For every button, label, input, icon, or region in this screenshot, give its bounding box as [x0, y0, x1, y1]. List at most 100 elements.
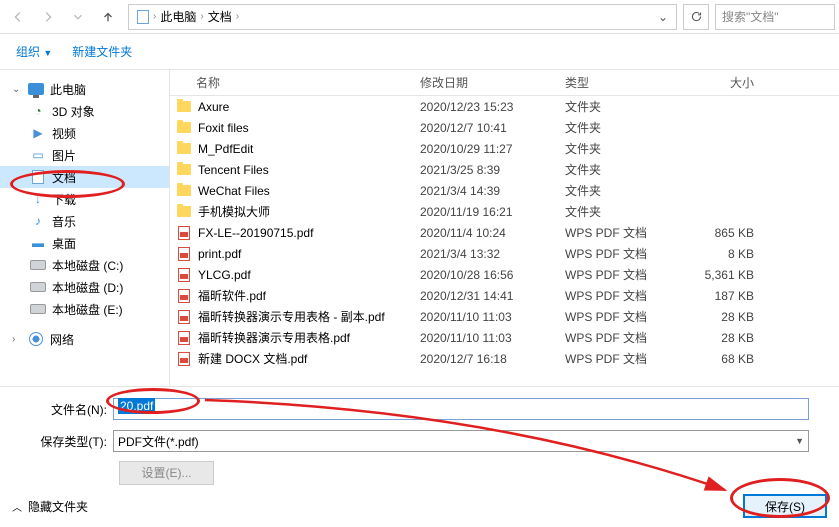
file-type: WPS PDF 文档	[565, 287, 680, 304]
file-size: 8 KB	[680, 247, 770, 261]
filetype-dropdown[interactable]: PDF文件(*.pdf)▼	[113, 430, 809, 452]
sidebar-item-documents[interactable]: 文档	[0, 166, 169, 188]
file-date: 2020/10/28 16:56	[420, 268, 565, 282]
chevron-up-icon: ︿	[12, 499, 22, 514]
file-date: 2020/10/29 11:27	[420, 142, 565, 156]
file-row[interactable]: Tencent Files2021/3/25 8:39文件夹	[170, 159, 839, 180]
file-date: 2020/12/23 15:23	[420, 100, 565, 114]
file-date: 2020/11/19 16:21	[420, 205, 565, 219]
address-bar[interactable]: › 此电脑 › 文档 › ⌄	[128, 4, 677, 30]
file-type: WPS PDF 文档	[565, 266, 680, 283]
file-size: 865 KB	[680, 226, 770, 240]
file-size: 28 KB	[680, 310, 770, 324]
file-list[interactable]: Axure2020/12/23 15:23文件夹Foxit files2020/…	[170, 96, 839, 386]
navigation-toolbar: › 此电脑 › 文档 › ⌄ 搜索"文档"	[0, 0, 839, 34]
breadcrumb-segment[interactable]: 文档	[204, 8, 236, 25]
save-button[interactable]: 保存(S)	[743, 494, 827, 518]
pdf-icon	[176, 267, 192, 283]
back-button[interactable]	[4, 4, 32, 30]
file-row[interactable]: 福昕转换器演示专用表格.pdf 2020/11/10 11:03WPS PDF 文…	[170, 327, 839, 348]
file-row[interactable]: 福昕转换器演示专用表格 - 副本.pdf2020/11/10 11:03WPS …	[170, 306, 839, 327]
sidebar-item-drive-e[interactable]: 本地磁盘 (E:)	[0, 298, 169, 320]
file-size: 187 KB	[680, 289, 770, 303]
sidebar-item-3d[interactable]: ◔3D 对象	[0, 100, 169, 122]
file-row[interactable]: WeChat Files2021/3/4 14:39文件夹	[170, 180, 839, 201]
search-input[interactable]: 搜索"文档"	[715, 4, 835, 30]
file-name: YLCG.pdf	[198, 268, 251, 282]
file-type: 文件夹	[565, 161, 680, 178]
file-name: Axure	[198, 100, 229, 114]
file-date: 2020/11/4 10:24	[420, 226, 565, 240]
sidebar-item-music[interactable]: ♪音乐	[0, 210, 169, 232]
file-row[interactable]: YLCG.pdf 2020/10/28 16:56WPS PDF 文档5,361 …	[170, 264, 839, 285]
save-form: 文件名(N): 20.pdf 保存类型(T): PDF文件(*.pdf)▼ 设置…	[0, 386, 839, 485]
sidebar-item-drive-c[interactable]: 本地磁盘 (C:)	[0, 254, 169, 276]
file-type: 文件夹	[565, 98, 680, 115]
pdf-icon	[176, 288, 192, 304]
file-name: 福昕转换器演示专用表格.pdf	[198, 329, 350, 346]
file-row[interactable]: FX-LE--20190715.pdf2020/11/4 10:24WPS PD…	[170, 222, 839, 243]
file-row[interactable]: Axure 2020/12/23 15:23文件夹	[170, 96, 839, 117]
chevron-right-icon: ›	[236, 11, 239, 22]
forward-button[interactable]	[34, 4, 62, 30]
file-type: WPS PDF 文档	[565, 224, 680, 241]
organize-toolbar: 组织 ▼ 新建文件夹	[0, 34, 839, 70]
sidebar-item-desktop[interactable]: ▬桌面	[0, 232, 169, 254]
recent-dropdown[interactable]	[64, 4, 92, 30]
file-type: WPS PDF 文档	[565, 329, 680, 346]
file-type: 文件夹	[565, 182, 680, 199]
column-header-date[interactable]: 修改日期	[420, 74, 565, 91]
file-date: 2021/3/4 14:39	[420, 184, 565, 198]
main-content: ⌄此电脑 ◔3D 对象 ▶视频 ▭图片 文档 ↓下载 ♪音乐 ▬桌面 本地磁盘 …	[0, 70, 839, 386]
filename-input[interactable]: 20.pdf	[113, 398, 809, 420]
file-row[interactable]: print.pdf2021/3/4 13:32WPS PDF 文档8 KB	[170, 243, 839, 264]
file-date: 2020/12/7 10:41	[420, 121, 565, 135]
column-headers: 名称 修改日期 类型 大小	[170, 70, 839, 96]
file-type: WPS PDF 文档	[565, 350, 680, 367]
sidebar-item-downloads[interactable]: ↓下载	[0, 188, 169, 210]
column-header-type[interactable]: 类型	[565, 74, 680, 91]
file-date: 2020/12/7 16:18	[420, 352, 565, 366]
folder-icon	[176, 183, 192, 199]
file-row[interactable]: 手机模拟大师 2020/11/19 16:21文件夹	[170, 201, 839, 222]
dialog-footer: ︿ 隐藏文件夹 保存(S)	[0, 485, 839, 527]
file-name: 新建 DOCX 文档.pdf	[198, 350, 307, 367]
organize-menu[interactable]: 组织 ▼	[16, 43, 52, 60]
up-button[interactable]	[94, 4, 122, 30]
sidebar-item-drive-d[interactable]: 本地磁盘 (D:)	[0, 276, 169, 298]
pdf-icon	[176, 246, 192, 262]
breadcrumb-segment[interactable]: 此电脑	[156, 8, 200, 25]
sidebar-item-videos[interactable]: ▶视频	[0, 122, 169, 144]
new-folder-button[interactable]: 新建文件夹	[72, 43, 132, 60]
file-type: WPS PDF 文档	[565, 245, 680, 262]
file-date: 2021/3/4 13:32	[420, 247, 565, 261]
navigation-sidebar: ⌄此电脑 ◔3D 对象 ▶视频 ▭图片 文档 ↓下载 ♪音乐 ▬桌面 本地磁盘 …	[0, 70, 170, 386]
file-date: 2020/12/31 14:41	[420, 289, 565, 303]
file-size: 5,361 KB	[680, 268, 770, 282]
file-list-area: 名称 修改日期 类型 大小 Axure2020/12/23 15:23文件夹Fo…	[170, 70, 839, 386]
sidebar-item-network[interactable]: ›网络	[0, 328, 169, 350]
file-row[interactable]: M_PdfEdit2020/10/29 11:27文件夹	[170, 138, 839, 159]
sidebar-item-pictures[interactable]: ▭图片	[0, 144, 169, 166]
settings-button[interactable]: 设置(E)...	[119, 461, 214, 485]
folder-icon	[176, 204, 192, 220]
hide-folders-toggle[interactable]: ︿ 隐藏文件夹	[12, 498, 88, 515]
file-size: 28 KB	[680, 331, 770, 345]
filename-label: 文件名(N):	[28, 401, 113, 418]
file-name: 福昕软件.pdf	[198, 287, 266, 304]
refresh-button[interactable]	[683, 4, 709, 30]
file-name: 手机模拟大师	[198, 203, 270, 220]
file-date: 2020/11/10 11:03	[420, 331, 565, 345]
breadcrumb-root-icon[interactable]	[133, 10, 153, 24]
folder-icon	[176, 99, 192, 115]
file-type: WPS PDF 文档	[565, 308, 680, 325]
pdf-icon	[176, 330, 192, 346]
file-type: 文件夹	[565, 203, 680, 220]
file-row[interactable]: 新建 DOCX 文档.pdf2020/12/7 16:18WPS PDF 文档6…	[170, 348, 839, 369]
sidebar-item-this-pc[interactable]: ⌄此电脑	[0, 78, 169, 100]
chevron-down-icon[interactable]: ⌄	[654, 10, 672, 24]
file-row[interactable]: 福昕软件.pdf 2020/12/31 14:41WPS PDF 文档187 KB	[170, 285, 839, 306]
column-header-name[interactable]: 名称	[170, 74, 420, 91]
column-header-size[interactable]: 大小	[680, 74, 770, 91]
file-row[interactable]: Foxit files2020/12/7 10:41文件夹	[170, 117, 839, 138]
